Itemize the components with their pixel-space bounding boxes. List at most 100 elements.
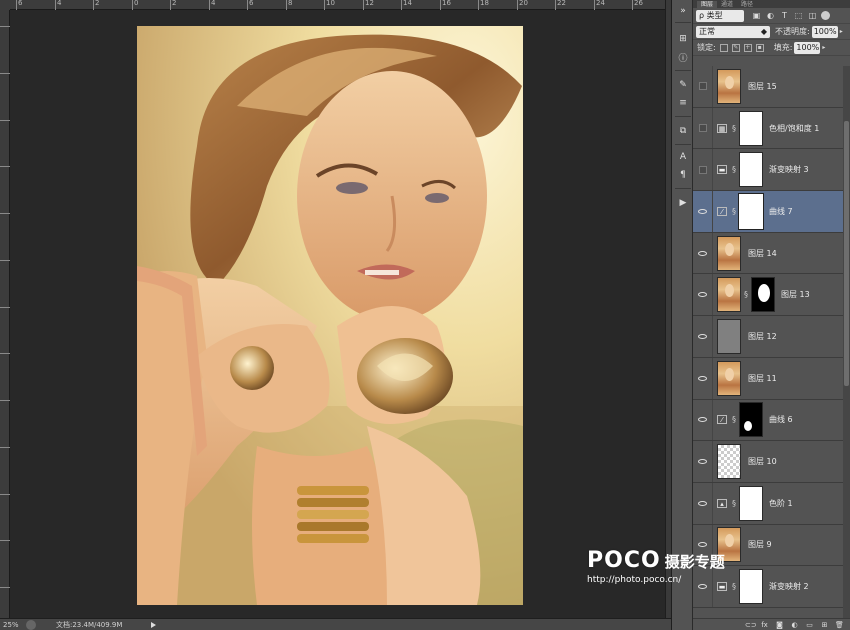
- visibility-eye-icon[interactable]: [693, 357, 713, 399]
- mask-link-icon[interactable]: §: [729, 124, 739, 133]
- layers-scrollbar-thumb[interactable]: [844, 121, 849, 386]
- layer-style-icon[interactable]: fx: [760, 621, 769, 629]
- layer-name[interactable]: 图层 15: [748, 81, 777, 92]
- gradient-map-icon[interactable]: ▬: [717, 165, 727, 175]
- clone-source-icon[interactable]: ⧉: [675, 124, 691, 138]
- tab-channels[interactable]: 通道: [717, 1, 737, 8]
- expand-panels-icon[interactable]: »: [675, 4, 691, 18]
- filter-adjustment-icon[interactable]: ◐: [766, 11, 775, 20]
- left-ruler[interactable]: [0, 10, 10, 618]
- visibility-eye-icon[interactable]: [693, 399, 713, 441]
- new-layer-icon[interactable]: ⊞: [820, 621, 829, 629]
- status-menu-arrow-icon[interactable]: [151, 621, 156, 628]
- layer-row[interactable]: § 图层 13: [693, 274, 843, 317]
- gradient-map-icon[interactable]: ▬: [717, 582, 727, 592]
- visibility-eye-icon[interactable]: [693, 274, 713, 316]
- mask-link-icon[interactable]: §: [729, 165, 739, 174]
- layer-name[interactable]: 图层 12: [748, 331, 777, 342]
- hue-sat-icon[interactable]: ▦: [717, 123, 727, 133]
- layer-row[interactable]: ⁄ § 曲线 7: [693, 191, 843, 233]
- layer-thumbnail[interactable]: [717, 68, 741, 104]
- layer-mask-thumbnail[interactable]: [738, 192, 764, 230]
- layer-name[interactable]: 曲线 6: [769, 414, 793, 425]
- document-canvas[interactable]: [137, 26, 523, 605]
- visibility-eye-icon[interactable]: [693, 191, 713, 232]
- filter-smart-object-icon[interactable]: ◫: [808, 11, 817, 20]
- zoom-level[interactable]: 25%: [0, 621, 26, 629]
- layer-mask-thumbnail[interactable]: [751, 277, 775, 313]
- layer-mask-thumbnail[interactable]: [739, 152, 763, 188]
- blend-mode-select[interactable]: 正常 ◆: [696, 25, 770, 38]
- history-icon[interactable]: ⊞: [675, 32, 691, 46]
- layer-mask-thumbnail[interactable]: [739, 110, 763, 146]
- layer-name[interactable]: 图层 14: [748, 248, 777, 259]
- layer-name[interactable]: 色阶 1: [769, 498, 793, 509]
- layer-row[interactable]: ▬ § 渐变映射 3: [693, 149, 843, 192]
- mask-link-icon[interactable]: §: [741, 290, 751, 299]
- mask-link-icon[interactable]: §: [729, 582, 739, 591]
- layer-thumbnail[interactable]: [717, 318, 741, 354]
- layer-thumbnail[interactable]: [717, 277, 741, 313]
- status-share-icon[interactable]: [26, 619, 36, 630]
- brush-presets-icon[interactable]: ✎: [675, 78, 691, 92]
- layer-row[interactable]: 图层 12: [693, 316, 843, 358]
- layer-row[interactable]: 图层 15: [693, 66, 843, 108]
- visibility-eye-icon[interactable]: [693, 232, 713, 274]
- actions-play-icon[interactable]: ▶: [675, 196, 691, 210]
- mask-link-icon[interactable]: §: [729, 415, 739, 424]
- mask-link-icon[interactable]: §: [729, 207, 739, 216]
- layer-name[interactable]: 图层 13: [781, 289, 810, 300]
- fill-arrow-icon[interactable]: ▸: [822, 44, 825, 51]
- ruler-corner[interactable]: [0, 0, 10, 10]
- paragraph-icon[interactable]: ¶: [675, 168, 691, 182]
- layer-row[interactable]: 图层 11: [693, 357, 843, 400]
- layer-mask-thumbnail[interactable]: [739, 569, 763, 605]
- visibility-eye-icon[interactable]: [693, 316, 713, 357]
- layers-scrollbar[interactable]: [843, 66, 850, 618]
- lock-image-icon[interactable]: ✎: [731, 43, 740, 52]
- layer-thumbnail[interactable]: [717, 235, 741, 271]
- layer-mask-thumbnail[interactable]: [739, 485, 763, 521]
- visibility-off-icon[interactable]: [693, 66, 713, 107]
- delete-layer-icon[interactable]: 🗑: [835, 621, 844, 629]
- lock-all-icon[interactable]: ▪: [755, 43, 764, 52]
- lock-position-icon[interactable]: +: [743, 43, 752, 52]
- visibility-off-icon[interactable]: [693, 149, 713, 191]
- visibility-eye-icon[interactable]: [693, 441, 713, 482]
- opacity-arrow-icon[interactable]: ▸: [840, 28, 843, 35]
- layer-thumbnail[interactable]: [717, 444, 741, 480]
- opacity-field[interactable]: 100%: [811, 25, 838, 38]
- curves-icon[interactable]: ⁄: [717, 415, 727, 425]
- filter-pixel-icon[interactable]: ▣: [752, 11, 761, 20]
- tab-layers[interactable]: 图层: [697, 1, 718, 8]
- visibility-eye-icon[interactable]: [693, 482, 713, 524]
- mask-link-icon[interactable]: §: [729, 499, 739, 508]
- layer-name[interactable]: 渐变映射 3: [769, 164, 809, 175]
- fill-field[interactable]: 100%: [794, 41, 821, 54]
- layer-mask-thumbnail[interactable]: [739, 402, 763, 438]
- filter-toggle-icon[interactable]: [821, 11, 830, 20]
- layer-row[interactable]: ▴ § 色阶 1: [693, 482, 843, 525]
- link-layers-icon[interactable]: ⊂⊃: [745, 621, 757, 629]
- new-adjustment-icon[interactable]: ◐: [790, 621, 799, 629]
- tab-paths[interactable]: 路径: [737, 1, 757, 8]
- layer-row[interactable]: ▦ § 色相/饱和度 1: [693, 107, 843, 150]
- layer-row[interactable]: 图层 14: [693, 232, 843, 275]
- levels-icon[interactable]: ▴: [717, 498, 727, 508]
- layer-name[interactable]: 图层 10: [748, 456, 777, 467]
- layer-thumbnail[interactable]: [717, 360, 741, 396]
- layer-name[interactable]: 图层 11: [748, 373, 777, 384]
- layer-name[interactable]: 图层 9: [748, 539, 772, 550]
- info-icon[interactable]: ⓘ: [675, 50, 691, 64]
- new-group-icon[interactable]: ▭: [805, 621, 814, 629]
- character-icon[interactable]: A: [675, 150, 691, 164]
- filter-shape-icon[interactable]: ⬚: [794, 11, 803, 20]
- curves-icon[interactable]: ⁄: [717, 206, 727, 216]
- layer-row[interactable]: ⁄ § 曲线 6: [693, 399, 843, 442]
- lock-transparent-icon[interactable]: [719, 43, 728, 52]
- add-mask-icon[interactable]: ◙: [775, 621, 784, 629]
- visibility-off-icon[interactable]: [693, 107, 713, 149]
- filter-type-icon[interactable]: T: [780, 11, 789, 20]
- brush-settings-icon[interactable]: ≡: [675, 96, 691, 110]
- layer-filter-select[interactable]: ρ 类型: [696, 9, 744, 22]
